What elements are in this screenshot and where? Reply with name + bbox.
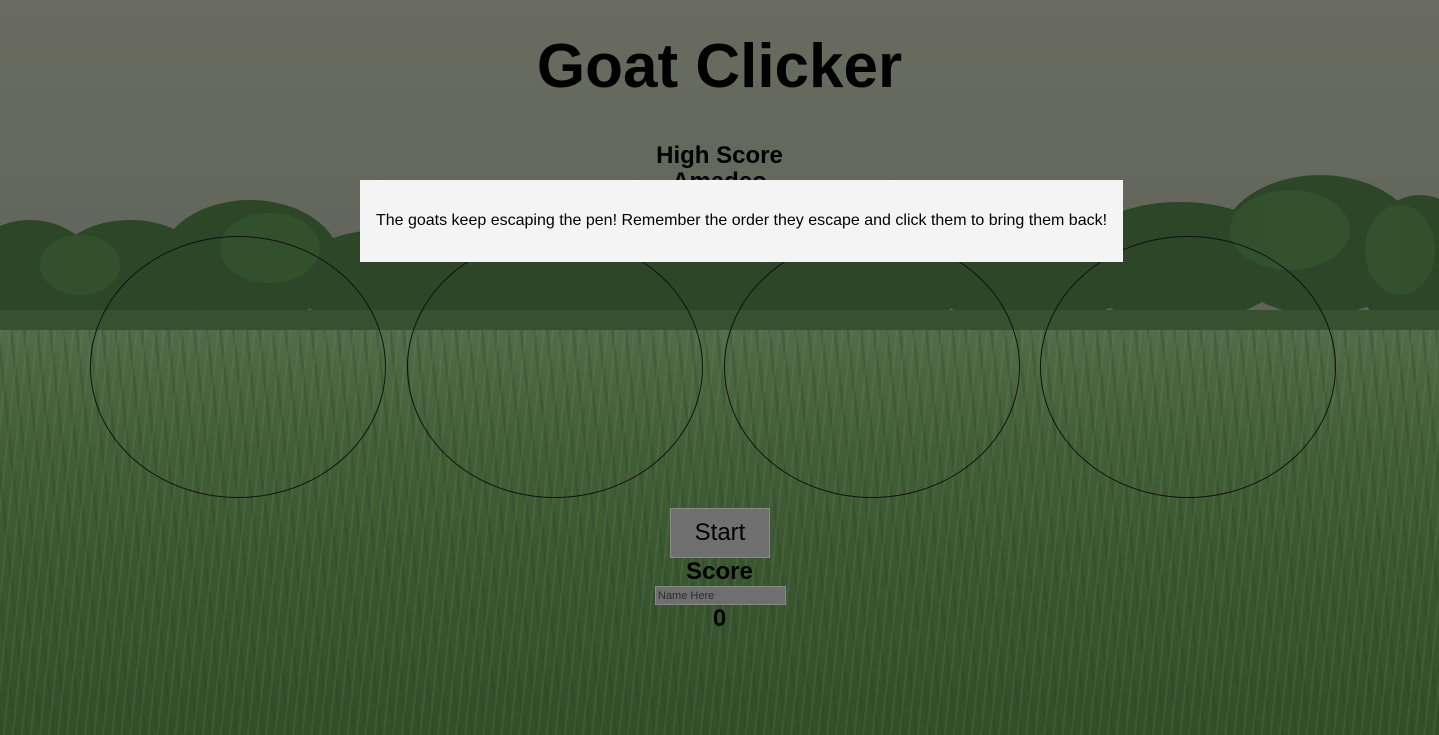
- game-title: Goat Clicker: [536, 32, 903, 101]
- start-button[interactable]: Start: [670, 508, 770, 558]
- score-value: 0: [712, 605, 727, 632]
- name-input[interactable]: [655, 586, 786, 605]
- instructions-text: The goats keep escaping the pen! Remembe…: [375, 212, 1108, 229]
- score-label: Score: [686, 558, 753, 585]
- goat-pen-4[interactable]: [1040, 236, 1336, 498]
- goat-pen-1[interactable]: [90, 236, 386, 498]
- goat-pen-3[interactable]: [724, 236, 1020, 498]
- goat-pen-2[interactable]: [407, 236, 703, 498]
- instructions-modal[interactable]: The goats keep escaping the pen! Remembe…: [360, 180, 1123, 262]
- high-score-label: High Score: [656, 142, 783, 169]
